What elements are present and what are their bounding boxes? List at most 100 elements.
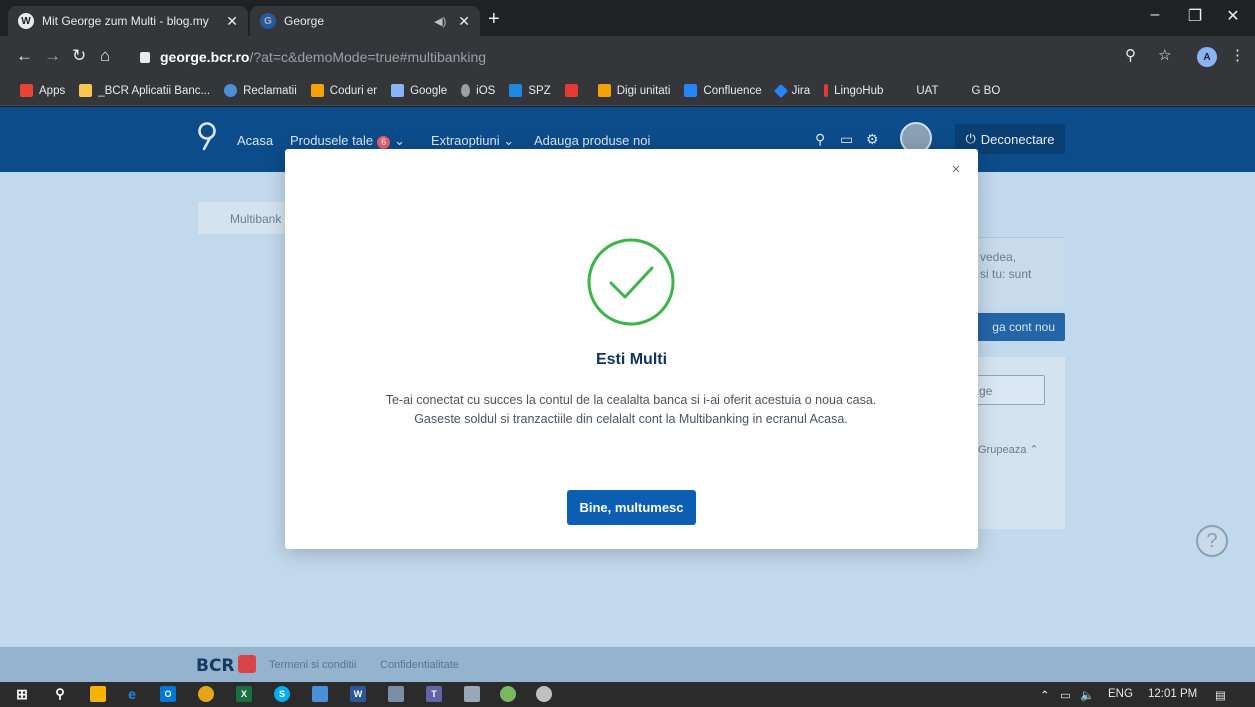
chat-icon[interactable]: ▭ xyxy=(840,131,853,148)
bookmark-lingohub[interactable]: LingoHub xyxy=(824,84,883,97)
back-icon[interactable]: ← xyxy=(16,46,33,66)
bcr-logo: BCR xyxy=(196,655,256,676)
tab-george[interactable]: G George ◀) ✕ xyxy=(250,6,480,36)
apple-icon xyxy=(461,84,471,97)
profile-avatar[interactable]: A xyxy=(1197,47,1217,67)
power-icon: ⏻ xyxy=(965,131,976,146)
nav-products[interactable]: Produsele tale 6 ⌄ xyxy=(290,133,405,149)
search-field[interactable]: ge xyxy=(970,375,1045,405)
tab-close-icon[interactable]: ✕ xyxy=(226,13,238,30)
app-icon[interactable] xyxy=(464,686,480,702)
settings-gear-icon[interactable]: ⚙ xyxy=(866,131,879,148)
windows-taskbar: ⊞ ⚲ e O X S W T ⌃ ▭ 🔈 ENG 12:01 PM ▤ xyxy=(0,682,1255,707)
windows-start-icon[interactable]: ⊞ xyxy=(14,686,30,702)
privacy-link[interactable]: Confidentialitate xyxy=(380,659,459,671)
tab-close-icon[interactable]: ✕ xyxy=(458,13,470,30)
bookmark-icon xyxy=(597,84,611,97)
chevron-down-icon: ⌄ xyxy=(394,133,406,148)
george-icon: G xyxy=(260,13,276,29)
outlook-icon[interactable]: O xyxy=(160,686,176,702)
reload-icon[interactable]: ↻ xyxy=(72,46,86,66)
george-icon xyxy=(897,84,911,97)
nav-home[interactable]: Acasa xyxy=(237,133,273,148)
clock[interactable]: 12:01 PM xyxy=(1148,688,1197,700)
mute-tab-icon[interactable]: ◀) xyxy=(434,15,446,28)
multibanking-tab[interactable]: Multibank xyxy=(198,202,298,234)
file-explorer-icon[interactable] xyxy=(90,686,106,702)
bookmark-google[interactable]: Google xyxy=(391,84,447,97)
url-host: george.bcr.ro xyxy=(160,49,250,65)
chevron-down-icon: ⌄ xyxy=(503,133,515,148)
minimize-icon[interactable]: – xyxy=(1140,6,1170,24)
group-toggle[interactable]: Grupeaza ⌃ xyxy=(978,443,1039,456)
george-icon xyxy=(952,84,966,97)
browser-tab-bar: W Mit George zum Multi - blog.my ✕ G Geo… xyxy=(0,0,1255,36)
folder-icon xyxy=(79,84,93,97)
lock-icon xyxy=(140,51,150,63)
bookmark-digi[interactable]: Digi unitati xyxy=(597,84,670,97)
bookmark-coduri[interactable]: Coduri er xyxy=(310,84,377,97)
bookmark-uat[interactable]: UAT xyxy=(897,84,939,97)
teams-icon[interactable]: T xyxy=(426,686,442,702)
close-icon[interactable]: × xyxy=(946,159,966,179)
confirm-button[interactable]: Bine, multumesc xyxy=(567,490,696,525)
george-logo-icon[interactable] xyxy=(196,121,218,151)
dialog-title: Esti Multi xyxy=(595,351,668,368)
excel-icon[interactable]: X xyxy=(236,686,252,702)
bookmark-music[interactable] xyxy=(564,84,584,97)
new-tab-button[interactable]: + xyxy=(488,8,500,31)
terms-link[interactable]: Termeni si conditii xyxy=(269,659,356,671)
bookmarks-bar: Apps _BCR Aplicatii Banc... Reclamatii C… xyxy=(0,76,1255,106)
help-icon[interactable]: ? xyxy=(1196,525,1228,557)
bookmark-reclamatii[interactable]: Reclamatii xyxy=(224,84,297,97)
nav-extras[interactable]: Extraoptiuni ⌄ xyxy=(431,133,514,149)
address-bar: ← → ↻ ⌂ george.bcr.ro /?at=c&demoMode=tr… xyxy=(0,36,1255,76)
bookmark-ios[interactable]: iOS xyxy=(461,84,495,97)
bookmark-jira[interactable]: Jira xyxy=(773,83,810,98)
search-icon[interactable]: ⚲ xyxy=(815,131,825,148)
bookmark-apps[interactable]: Apps xyxy=(20,84,65,97)
apps-grid-icon xyxy=(20,84,33,97)
app-icon[interactable] xyxy=(536,686,552,702)
nav-add-products[interactable]: Adauga produse noi xyxy=(534,133,650,148)
restore-icon[interactable]: ❐ xyxy=(1180,6,1210,26)
notifications-icon[interactable]: ▤ xyxy=(1215,688,1226,702)
bookmark-spz[interactable]: SPZ xyxy=(509,84,551,97)
skype-icon[interactable]: S xyxy=(274,686,290,702)
bookmark-star-icon[interactable]: ☆ xyxy=(1158,46,1171,64)
tab-title: George xyxy=(284,14,325,28)
word-icon[interactable]: W xyxy=(350,686,366,702)
paint-icon[interactable] xyxy=(500,686,516,702)
language-indicator[interactable]: ENG xyxy=(1108,688,1133,700)
url-field[interactable]: george.bcr.ro /?at=c&demoMode=true#multi… xyxy=(140,44,1140,70)
forward-icon[interactable]: → xyxy=(44,46,61,66)
bcr-mark-icon xyxy=(237,655,256,673)
tab-blog[interactable]: W Mit George zum Multi - blog.my ✕ xyxy=(8,6,248,36)
network-icon[interactable]: ▭ xyxy=(1060,688,1071,702)
music-icon xyxy=(564,84,578,97)
menu-kebab-icon[interactable]: ⋮ xyxy=(1230,46,1245,64)
bookmark-confluence[interactable]: Confluence xyxy=(684,84,762,97)
success-dialog: × Esti Multi Te-ai conectat cu succes la… xyxy=(285,149,978,549)
gear-icon xyxy=(224,84,238,97)
lingohub-icon xyxy=(824,84,829,97)
confluence-icon xyxy=(684,84,698,97)
chevron-up-icon[interactable]: ⌃ xyxy=(1040,688,1050,702)
home-icon[interactable]: ⌂ xyxy=(100,46,110,66)
bookmark-bcr-aplicatii[interactable]: _BCR Aplicatii Banc... xyxy=(79,84,210,97)
success-check-icon xyxy=(587,238,675,326)
products-badge: 6 xyxy=(377,136,391,149)
volume-icon[interactable]: 🔈 xyxy=(1080,688,1094,702)
search-icon[interactable]: ⚲ xyxy=(52,686,68,702)
app-icon[interactable] xyxy=(312,686,328,702)
bookmark-icon xyxy=(310,84,324,97)
bookmark-gbo[interactable]: G BO xyxy=(952,84,1000,97)
spz-icon xyxy=(509,84,523,97)
window-close-icon[interactable]: ✕ xyxy=(1218,6,1248,26)
doc-icon xyxy=(391,84,405,97)
jira-icon xyxy=(773,83,788,98)
app-icon[interactable] xyxy=(388,686,404,702)
edge-icon[interactable]: e xyxy=(124,686,140,702)
chrome-icon[interactable] xyxy=(198,686,214,702)
zoom-icon[interactable]: ⚲ xyxy=(1125,46,1136,64)
